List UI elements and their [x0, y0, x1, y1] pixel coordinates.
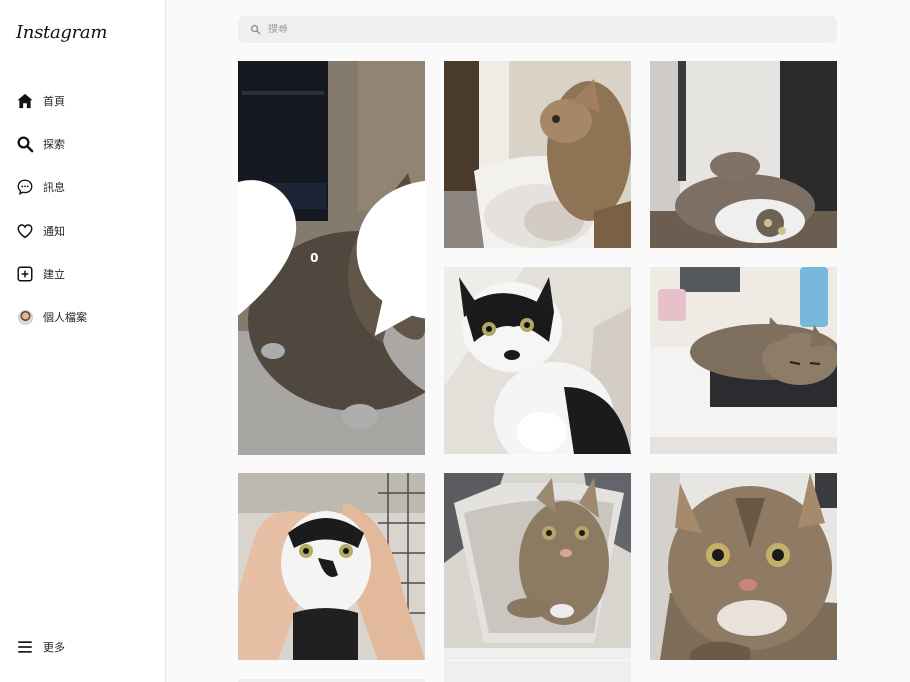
post-image — [444, 267, 631, 454]
sidebar-item-label: 個人檔案 — [43, 311, 87, 325]
sidebar-item-messages[interactable]: 訊息 — [0, 166, 166, 209]
post-image — [444, 61, 631, 248]
sidebar: Instagram 首頁 探索 訊息 通知 建立 個人檔案 更多 — [0, 0, 166, 682]
sidebar-item-label: 建立 — [43, 267, 65, 281]
avatar — [17, 309, 33, 325]
post-tile[interactable] — [444, 267, 631, 454]
post-tile[interactable] — [650, 267, 837, 454]
search-icon — [16, 135, 34, 153]
post-tile[interactable]: 0 0 — [238, 61, 425, 455]
post-image — [650, 61, 837, 248]
create-icon — [16, 265, 34, 283]
explore-main: 0 0 — [166, 0, 910, 682]
sidebar-more-section: 更多 — [0, 625, 166, 668]
post-image — [650, 473, 837, 660]
post-image — [238, 473, 425, 660]
likes-count: 0 — [310, 251, 319, 265]
message-icon — [16, 178, 34, 196]
post-image — [650, 267, 837, 454]
comment-filled-icon — [356, 180, 425, 336]
app-window: Instagram 首頁 探索 訊息 通知 建立 個人檔案 更多 搜尋 0 — [0, 0, 910, 682]
post-image — [444, 473, 631, 660]
avatar-wrapper — [16, 308, 34, 326]
sidebar-item-profile[interactable]: 個人檔案 — [0, 295, 166, 338]
sidebar-item-label: 訊息 — [43, 181, 65, 195]
heart-filled-icon — [238, 180, 297, 316]
home-icon — [16, 92, 34, 110]
sidebar-item-notifications[interactable]: 通知 — [0, 209, 166, 252]
sidebar-nav: 首頁 探索 訊息 通知 建立 個人檔案 — [0, 79, 166, 339]
sidebar-item-home[interactable]: 首頁 — [0, 79, 166, 122]
heart-icon — [16, 222, 34, 240]
post-tile[interactable] — [650, 61, 837, 248]
post-tile[interactable] — [444, 61, 631, 248]
sidebar-item-label: 通知 — [43, 224, 65, 238]
post-hover-overlay: 0 0 — [238, 61, 425, 455]
likes-stat: 0 — [238, 61, 319, 455]
post-tile[interactable] — [238, 473, 425, 660]
instagram-logo[interactable]: Instagram — [16, 22, 107, 43]
post-tile[interactable] — [444, 473, 631, 660]
sidebar-item-more[interactable]: 更多 — [0, 625, 166, 668]
search-icon — [250, 24, 261, 35]
sidebar-item-create[interactable]: 建立 — [0, 252, 166, 295]
next-row-tile — [444, 661, 631, 682]
sidebar-item-label: 更多 — [43, 640, 65, 654]
sidebar-item-label: 首頁 — [43, 94, 65, 108]
post-tile[interactable] — [650, 473, 837, 660]
search-bar[interactable] — [238, 16, 837, 43]
search-input[interactable] — [268, 24, 768, 35]
sidebar-item-explore[interactable]: 探索 — [0, 122, 166, 165]
comments-stat: 0 — [345, 61, 425, 455]
menu-icon — [16, 638, 34, 656]
sidebar-item-label: 探索 — [43, 137, 65, 151]
